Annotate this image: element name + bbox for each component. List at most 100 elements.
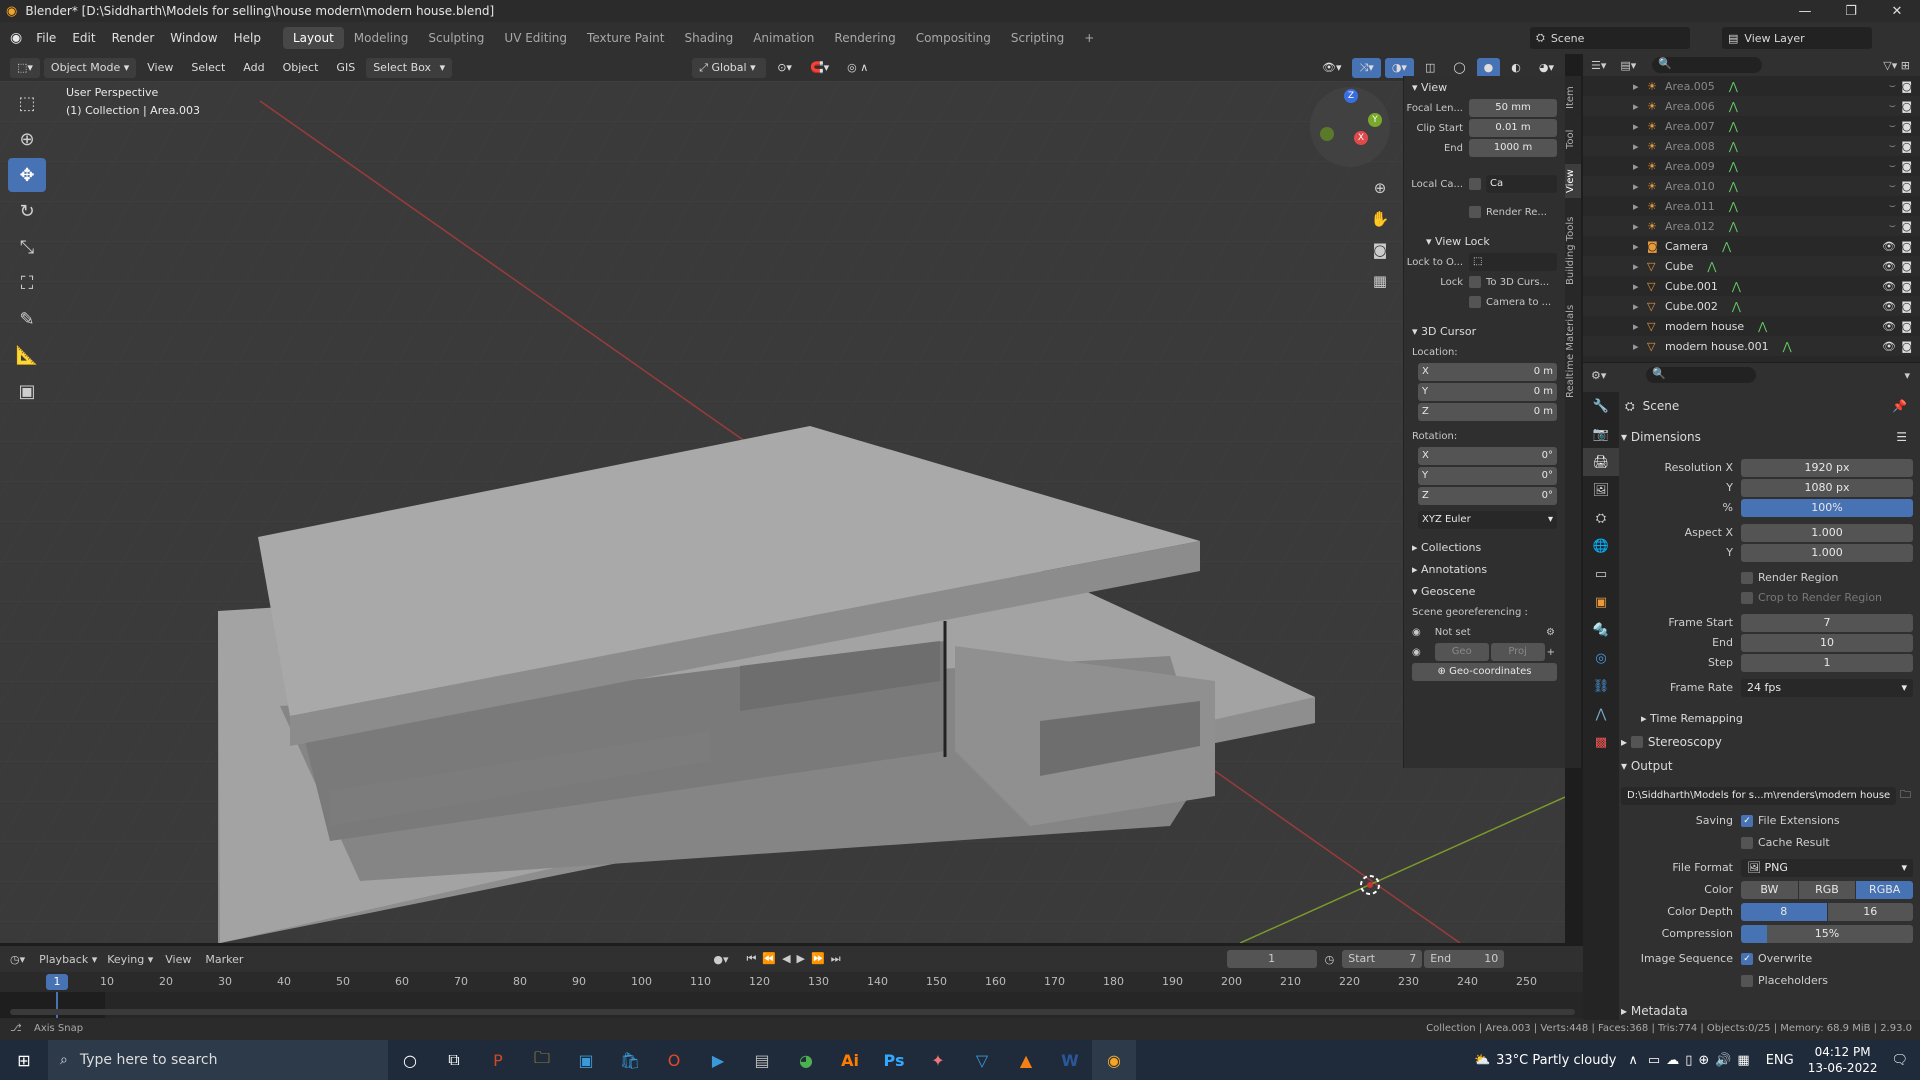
view-layer-selector[interactable]: ▤ View Layer bbox=[1722, 27, 1872, 49]
render-camera-icon[interactable]: ◙ bbox=[1901, 340, 1912, 353]
filter-icon[interactable]: ▽▾ ⊞ bbox=[1883, 59, 1910, 72]
stereoscopy-header[interactable]: ▸ Stereoscopy bbox=[1621, 731, 1917, 753]
visibility-eye-icon[interactable]: 👁 bbox=[1882, 240, 1896, 253]
annotations-header[interactable]: ▸ Annotations bbox=[1404, 558, 1565, 580]
tab-shading[interactable]: Shading bbox=[674, 27, 743, 49]
cortana-icon[interactable]: ○ bbox=[388, 1040, 432, 1080]
keying-menu[interactable]: Keying ▾ bbox=[107, 953, 153, 966]
geo-coordinates-button[interactable]: ⊕ Geo-coordinates bbox=[1412, 663, 1557, 681]
display-mode-icon[interactable]: ▤▾ bbox=[1620, 59, 1636, 72]
pin-icon[interactable]: 📌 bbox=[1892, 399, 1907, 413]
tab-uv-editing[interactable]: UV Editing bbox=[494, 27, 577, 49]
weather-text[interactable]: 33°C Partly cloudy bbox=[1496, 1053, 1616, 1068]
cursor-loc-y-field[interactable]: Y0 m bbox=[1418, 383, 1557, 401]
render-camera-icon[interactable]: ◙ bbox=[1901, 200, 1912, 213]
render-camera-icon[interactable]: ◙ bbox=[1901, 180, 1912, 193]
tab-sculpting[interactable]: Sculpting bbox=[418, 27, 494, 49]
visibility-eye-icon[interactable]: ⌣ bbox=[1889, 219, 1896, 233]
tab-rendering[interactable]: Rendering bbox=[824, 27, 905, 49]
lock-to-object-field[interactable]: ⬚ bbox=[1469, 253, 1557, 271]
color-rgb-button[interactable]: RGB bbox=[1798, 880, 1856, 899]
collection-props-icon[interactable]: ▭ bbox=[1583, 560, 1619, 588]
render-camera-icon[interactable]: ◙ bbox=[1901, 320, 1912, 333]
lock-3d-cursor-checkbox[interactable] bbox=[1469, 276, 1481, 288]
tab-realtime-materials[interactable]: Realtime Materials bbox=[1565, 301, 1581, 401]
crop-region-checkbox[interactable] bbox=[1741, 591, 1753, 604]
add-workspace-button[interactable]: + bbox=[1074, 27, 1104, 49]
frame-start-field[interactable]: 7 bbox=[1741, 613, 1913, 632]
visibility-eye-icon[interactable]: 👁 bbox=[1882, 340, 1896, 353]
tab-animation[interactable]: Animation bbox=[743, 27, 824, 49]
select-menu[interactable]: Select bbox=[184, 58, 232, 78]
clip-end-field[interactable]: 1000 m bbox=[1469, 139, 1557, 157]
geoscene-header[interactable]: ▾ Geoscene bbox=[1404, 580, 1565, 602]
visibility-eye-icon[interactable]: ⌣ bbox=[1889, 79, 1896, 93]
expand-icon[interactable]: ▸ bbox=[1633, 200, 1647, 213]
frame-step-field[interactable]: 1 bbox=[1741, 653, 1913, 672]
annotate-tool-icon[interactable]: ✎ bbox=[8, 302, 46, 336]
visibility-eye-icon[interactable]: 👁 bbox=[1882, 280, 1896, 293]
resolution-percent-slider[interactable]: 100% bbox=[1741, 498, 1913, 517]
clock-icon[interactable]: ◷ bbox=[1325, 953, 1335, 966]
depth-8-button[interactable]: 8 bbox=[1741, 902, 1827, 921]
timeline-scrollbar[interactable] bbox=[10, 1009, 1575, 1015]
notification-icon[interactable]: 🗨 bbox=[1891, 1053, 1908, 1068]
shading-rendered-icon[interactable]: ◕▾ bbox=[1532, 58, 1561, 78]
navigation-gizmo[interactable]: Z Y X bbox=[1310, 87, 1390, 167]
gis-menu[interactable]: GIS bbox=[329, 58, 362, 78]
properties-options-icon[interactable]: ▾ bbox=[1904, 369, 1910, 382]
modifier-props-icon[interactable]: 🔩 bbox=[1583, 616, 1619, 644]
cursor-section-header[interactable]: ▾ 3D Cursor bbox=[1404, 320, 1565, 342]
render-region-checkbox[interactable] bbox=[1469, 206, 1481, 218]
menu-file[interactable]: File bbox=[28, 31, 64, 45]
expand-icon[interactable]: ▸ bbox=[1633, 120, 1647, 133]
frame-rate-dropdown[interactable]: 24 fps ▾ bbox=[1741, 678, 1913, 697]
overlay-toggle-icon[interactable]: ◑▾ bbox=[1384, 57, 1414, 78]
focal-length-field[interactable]: 50 mm bbox=[1469, 99, 1557, 117]
menu-render[interactable]: Render bbox=[104, 31, 163, 45]
outliner-row[interactable]: ▸ ▽ modern house.001 ⋀ 👁 ◙ bbox=[1583, 336, 1920, 356]
properties-search-input[interactable]: 🔍 bbox=[1646, 367, 1757, 383]
depth-16-button[interactable]: 16 bbox=[1827, 902, 1913, 921]
expand-icon[interactable]: ▸ bbox=[1633, 240, 1647, 253]
presets-icon[interactable]: ☰ bbox=[1896, 430, 1907, 444]
powerpoint-icon[interactable]: P bbox=[476, 1040, 520, 1080]
clock[interactable]: 04:12 PM 13-06-2022 bbox=[1808, 1044, 1878, 1076]
outliner-row[interactable]: ▸ ◙ Camera ⋀ 👁 ◙ bbox=[1583, 236, 1920, 256]
local-camera-field[interactable]: Ca bbox=[1486, 175, 1557, 193]
gizmo-neg-y-icon[interactable] bbox=[1320, 127, 1334, 141]
folder-icon[interactable]: 🗀 bbox=[1900, 786, 1911, 805]
collections-header[interactable]: ▸ Collections bbox=[1404, 536, 1565, 558]
current-frame-field[interactable]: 1 bbox=[1226, 950, 1317, 968]
data-props-icon[interactable]: ⋀ bbox=[1583, 700, 1619, 728]
texture-props-icon[interactable]: ▩ bbox=[1583, 728, 1619, 756]
visibility-eye-icon[interactable]: 👁 bbox=[1882, 320, 1896, 333]
render-camera-icon[interactable]: ◙ bbox=[1901, 300, 1912, 313]
transform-tool-icon[interactable]: ⛶ bbox=[8, 266, 46, 300]
clip-start-field[interactable]: 0.01 m bbox=[1469, 119, 1557, 137]
visibility-eye-icon[interactable]: 👁 bbox=[1882, 300, 1896, 313]
outliner-row[interactable]: ▸ ▽ Cube ⋀ 👁 ◙ bbox=[1583, 256, 1920, 276]
view-menu[interactable]: View bbox=[140, 58, 180, 78]
tab-scripting[interactable]: Scripting bbox=[1001, 27, 1074, 49]
cursor-tool-icon[interactable]: ⊕ bbox=[8, 122, 46, 156]
task-view-icon[interactable]: ⧉ bbox=[432, 1040, 476, 1080]
outliner-row[interactable]: ▸ ☀ Area.007 ⋀ ⌣ ◙ bbox=[1583, 116, 1920, 136]
expand-icon[interactable]: ▸ bbox=[1633, 140, 1647, 153]
expand-icon[interactable]: ▸ bbox=[1633, 260, 1647, 273]
tab-tool[interactable]: Tool bbox=[1565, 124, 1581, 154]
compression-slider[interactable]: 15% bbox=[1741, 924, 1913, 943]
outliner-row[interactable]: ▸ ▽ Cube.001 ⋀ 👁 ◙ bbox=[1583, 276, 1920, 296]
metadata-header[interactable]: ▸ Metadata bbox=[1621, 1000, 1917, 1022]
overwrite-checkbox[interactable]: ✓ bbox=[1741, 952, 1753, 965]
zoom-icon[interactable]: ⊕ bbox=[1365, 173, 1395, 204]
render-props-icon[interactable]: 📷 bbox=[1583, 420, 1619, 448]
cursor-rot-x-field[interactable]: X 0° bbox=[1418, 447, 1557, 465]
outliner-row[interactable]: ▸ ☀ Area.006 ⋀ ⌣ ◙ bbox=[1583, 96, 1920, 116]
visibility-icon[interactable]: 👁▾ bbox=[1315, 58, 1349, 78]
proj-button[interactable]: Proj bbox=[1490, 643, 1545, 661]
rotation-mode-dropdown[interactable]: XYZ Euler ▾ bbox=[1418, 511, 1557, 529]
output-header[interactable]: ▾ Output bbox=[1621, 755, 1917, 777]
outliner-row[interactable]: ▸ ☀ Area.008 ⋀ ⌣ ◙ bbox=[1583, 136, 1920, 156]
app2-icon[interactable]: ▶ bbox=[696, 1040, 740, 1080]
